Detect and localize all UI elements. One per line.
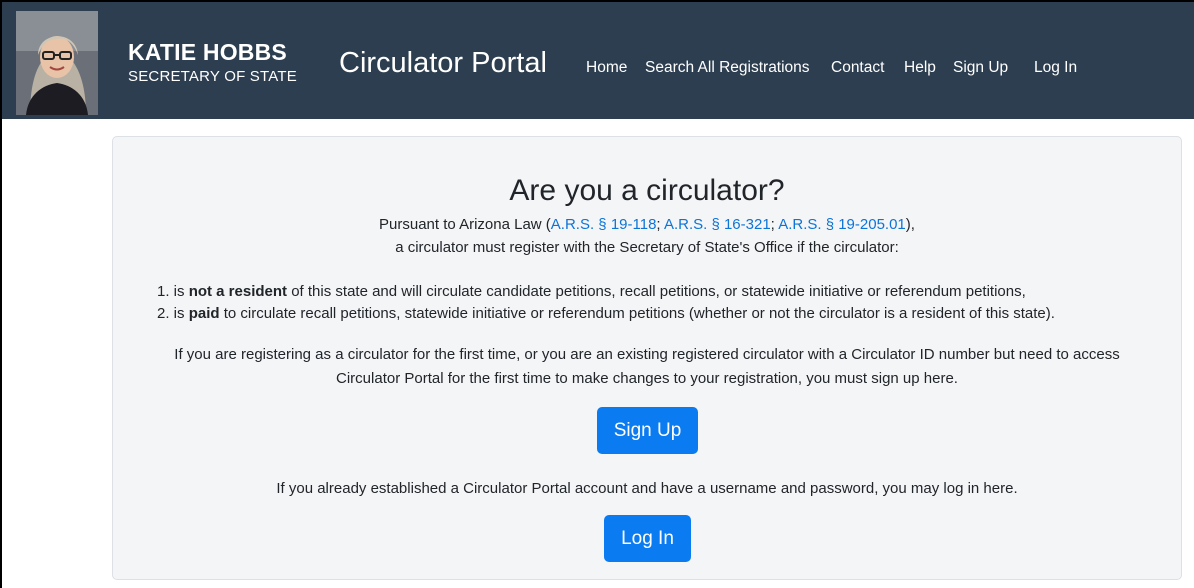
- requirement-text: of this state and will circulate candida…: [287, 283, 1026, 300]
- nav-search-all-registrations[interactable]: Search All Registrations: [645, 58, 810, 78]
- log-in-button[interactable]: Log In: [604, 515, 691, 562]
- circulator-info-panel: Are you a circulator? Pursuant to Arizon…: [112, 136, 1182, 580]
- link-separator: ;: [656, 216, 664, 233]
- signup-instructions-line-1: If you are registering as a circulator f…: [174, 346, 1120, 363]
- law-link-19-118[interactable]: A.R.S. § 19-118: [551, 216, 657, 233]
- law-intro-suffix: ),: [905, 216, 915, 233]
- requirement-number: 2. is: [157, 305, 189, 322]
- requirement-number: 1. is: [157, 283, 189, 300]
- login-instructions: If you already established a Circulator …: [276, 480, 1018, 497]
- requirement-emphasis: paid: [188, 305, 220, 322]
- nav-sign-up[interactable]: Sign Up: [953, 58, 1008, 78]
- requirement-text: to circulate recall petitions, statewide…: [219, 305, 1055, 322]
- signup-instructions-line-2: Circulator Portal for the first time to …: [336, 370, 958, 387]
- secretary-portrait-image: [16, 11, 98, 115]
- law-intro-prefix: Pursuant to Arizona Law (: [379, 216, 551, 233]
- law-intro-line-2: a circulator must register with the Secr…: [395, 239, 899, 256]
- portal-title[interactable]: Circulator Portal: [339, 46, 547, 80]
- brand-subtitle: SECRETARY OF STATE: [128, 68, 297, 85]
- nav-home[interactable]: Home: [586, 58, 627, 78]
- page-heading: Are you a circulator?: [509, 174, 785, 207]
- requirement-item: 1. is not a resident of this state and w…: [157, 281, 1177, 303]
- nav-contact[interactable]: Contact: [831, 58, 884, 78]
- nav-help[interactable]: Help: [904, 58, 936, 78]
- top-navbar: KATIE HOBBS SECRETARY OF STATE Circulato…: [2, 2, 1194, 119]
- law-link-16-321[interactable]: A.R.S. § 16-321: [664, 216, 771, 233]
- requirement-emphasis: not a resident: [188, 283, 288, 300]
- nav-log-in[interactable]: Log In: [1034, 58, 1077, 78]
- brand-name: KATIE HOBBS: [128, 39, 287, 65]
- requirement-item: 2. is paid to circulate recall petitions…: [157, 303, 1177, 325]
- sign-up-button[interactable]: Sign Up: [597, 407, 698, 454]
- law-link-19-205-01[interactable]: A.R.S. § 19-205.01: [778, 216, 906, 233]
- requirements-list: 1. is not a resident of this state and w…: [157, 281, 1177, 325]
- law-intro-line: Pursuant to Arizona Law (A.R.S. § 19-118…: [113, 214, 1181, 236]
